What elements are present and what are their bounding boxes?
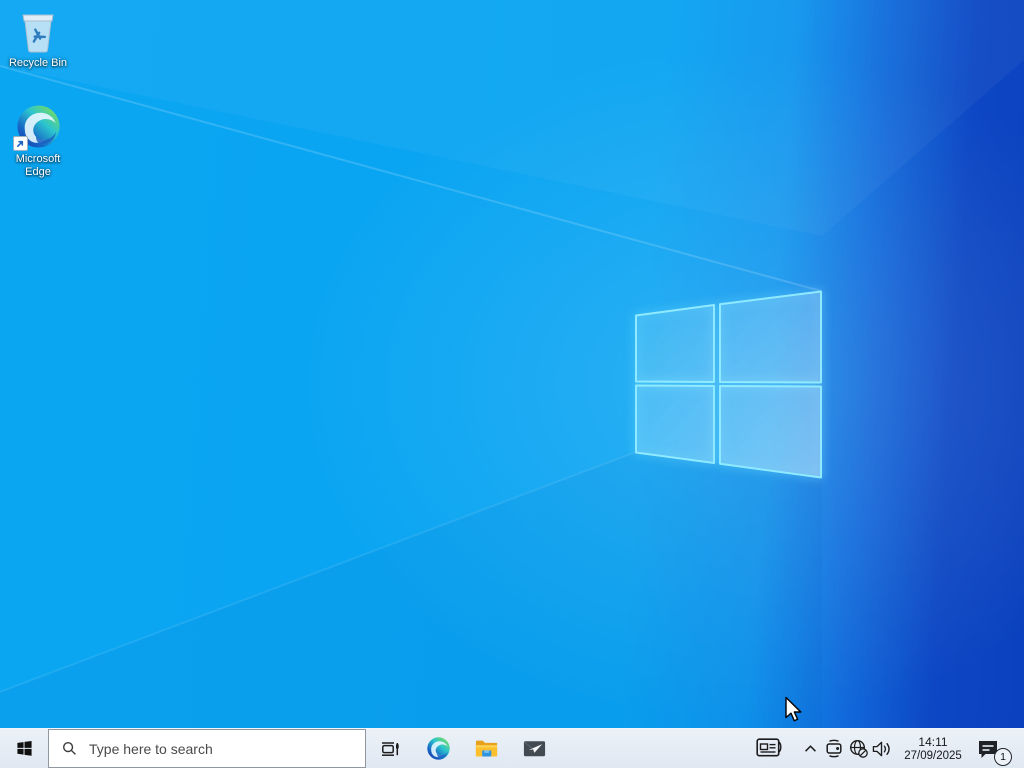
news-icon: [756, 738, 782, 757]
light-beam: [0, 0, 1024, 768]
speaker-icon: [872, 741, 890, 756]
edge-icon: [426, 737, 450, 760]
desktop-icon-label: Recycle Bin: [8, 57, 68, 69]
search-input[interactable]: [87, 739, 365, 758]
windows-logo: [635, 290, 822, 479]
taskbar: 14:11 27/09/2025 1: [0, 728, 1024, 768]
network-status-button[interactable]: [846, 729, 870, 768]
desktop-icon-recycle-bin[interactable]: Recycle Bin: [2, 8, 74, 70]
notification-center-button[interactable]: 1: [972, 729, 1018, 768]
meet-now-camera-icon: [826, 739, 842, 758]
file-explorer-icon: [475, 740, 497, 757]
recycle-bin-icon: [18, 8, 58, 54]
taskbar-clock[interactable]: 14:11 27/09/2025: [898, 734, 968, 764]
wallpaper: [0, 0, 1024, 768]
mail-icon: [523, 741, 545, 757]
taskbar-search[interactable]: [48, 729, 366, 768]
network-globe-offline-icon: [849, 739, 868, 758]
file-explorer-button[interactable]: [462, 729, 510, 768]
volume-button[interactable]: [870, 729, 894, 768]
wallpaper-artwork: [0, 0, 1024, 768]
news-and-interests-button[interactable]: [752, 729, 786, 768]
desktop-icon-microsoft-edge[interactable]: Microsoft Edge: [2, 103, 74, 179]
edge-taskbar-button[interactable]: [414, 729, 462, 768]
windows-desktop: Recycle Bin Microsoft Edge Type here to …: [0, 0, 1024, 768]
clock-time: 14:11: [918, 734, 948, 749]
chevron-up-icon: [804, 745, 816, 752]
task-view-icon: [382, 741, 399, 756]
start-button[interactable]: [0, 729, 48, 768]
windows-start-icon: [16, 740, 32, 756]
task-view-button[interactable]: [366, 729, 414, 768]
meet-now-button[interactable]: [822, 729, 846, 768]
desktop-icon-label: Microsoft Edge: [15, 153, 61, 178]
show-hidden-icons-button[interactable]: [798, 729, 822, 768]
edge-icon: [12, 103, 62, 151]
shortcut-arrow-icon: [12, 136, 28, 151]
notification-badge: 1: [994, 747, 1012, 766]
clock-date: 27/09/2025: [904, 749, 962, 762]
search-icon: [62, 741, 76, 755]
system-tray: 14:11 27/09/2025 1: [752, 729, 1024, 768]
mail-button[interactable]: [510, 729, 558, 768]
taskbar-empty-area: [558, 729, 752, 768]
